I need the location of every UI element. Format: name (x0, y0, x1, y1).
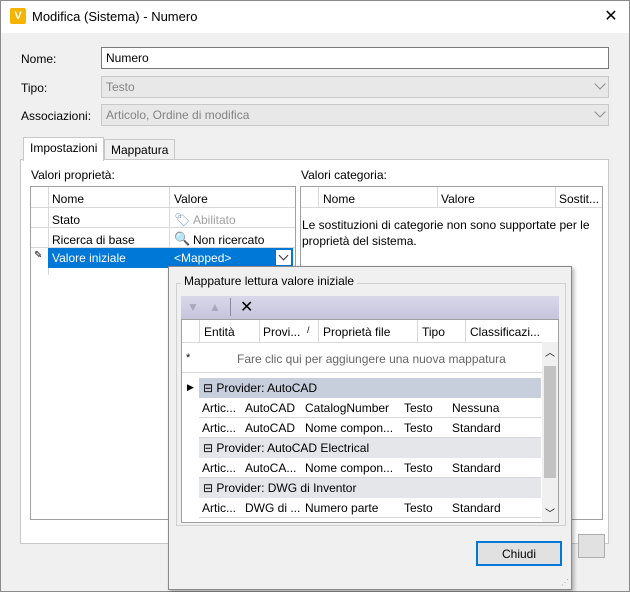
prop-row-name: Valore iniziale (52, 251, 126, 265)
window-title: Modifica (Sistema) - Numero (32, 9, 198, 24)
close-button[interactable]: Chiudi (476, 541, 562, 566)
row-entity: Artic... (202, 421, 237, 435)
row-classification: Nessuna (452, 401, 500, 415)
type-value: Testo (106, 80, 135, 94)
row-type: Testo (404, 421, 433, 435)
chevron-down-icon (278, 250, 289, 261)
props-title: Valori proprietà: (31, 168, 115, 182)
tag-icon: 🏷 (174, 212, 191, 227)
chevron-up-icon[interactable]: ︿ (545, 344, 555, 359)
scrollbar[interactable]: ︿ ﹀ (542, 342, 558, 522)
associations-select[interactable]: Articolo, Ordine di modifica (101, 104, 609, 126)
mapped-value-cell[interactable]: <Mapped> (169, 248, 293, 268)
provider-title: Provider: DWG di Inventor (216, 481, 357, 495)
provider-group-header[interactable]: ⊟ Provider: AutoCAD Electrical (199, 438, 541, 458)
sort-icon: / (307, 325, 310, 335)
mapping-grid: Entità Provi... / Proprietà file Tipo Cl… (181, 319, 559, 523)
move-up-icon[interactable]: ▲ (209, 300, 221, 314)
categories-message: Le sostituzioni di categorie non sono su… (302, 218, 590, 248)
associations-label: Associazioni: (21, 109, 92, 123)
provider-group-header[interactable]: ⊟ Provider: DWG di Inventor (199, 478, 541, 498)
prop-row-value[interactable]: Abilitato (193, 213, 236, 227)
selected-row[interactable]: Valore iniziale (48, 248, 169, 268)
chevron-down-icon[interactable]: ﹀ (545, 505, 555, 520)
pencil-icon: ✎ (34, 250, 43, 261)
app-icon: V (10, 8, 26, 24)
row-type: Testo (404, 401, 433, 415)
row-provider: AutoCA... (245, 461, 297, 475)
categories-header-name: Nome (323, 192, 356, 206)
row-file-property: Nome compon... (305, 461, 394, 475)
prop-row-value: <Mapped> (174, 251, 232, 265)
mapping-header-file-property[interactable]: Proprietà file (323, 325, 390, 339)
collapse-icon[interactable]: ⊟ (203, 381, 216, 395)
table-row[interactable]: Artic... AutoCAD Nome compon... Testo St… (199, 418, 541, 438)
table-row[interactable]: Artic... DWG di ... Numero parte Testo S… (199, 498, 541, 518)
mapping-toolbar: ▼ ▲ ✕ (181, 296, 559, 319)
new-row-icon: * (186, 352, 191, 364)
search-off-icon: 🔍 (174, 231, 191, 246)
row-classification: Standard (452, 461, 501, 475)
chevron-down-icon (594, 106, 606, 118)
row-entity: Artic... (202, 501, 237, 515)
row-entity: Artic... (202, 401, 237, 415)
table-row[interactable]: Artic... AutoCA... Nome compon... Testo … (199, 458, 541, 478)
scrollbar-thumb[interactable] (544, 366, 556, 478)
row-classification: Standard (452, 501, 501, 515)
categories-title: Valori categoria: (301, 168, 387, 182)
mapping-group-title: Mappature lettura valore iniziale (181, 274, 358, 288)
toolbar-separator (230, 298, 231, 316)
current-row-icon: ▶ (187, 382, 194, 392)
props-header-value: Valore (174, 192, 208, 206)
props-header-name: Nome (52, 192, 85, 206)
type-label: Tipo: (21, 81, 48, 95)
mapping-popup: Mappature lettura valore iniziale ▼ ▲ ✕ … (168, 266, 572, 590)
collapse-icon[interactable]: ⊟ (203, 441, 216, 455)
mapping-header-provider[interactable]: Provi... (263, 325, 300, 339)
row-classification: Standard (452, 421, 501, 435)
close-icon[interactable]: ✕ (601, 7, 621, 27)
name-field[interactable]: Numero (101, 47, 609, 69)
name-label: Nome: (21, 52, 57, 66)
type-select[interactable]: Testo (101, 76, 609, 98)
tab-impostazioni[interactable]: Impostazioni (23, 137, 105, 161)
table-row[interactable]: Artic... AutoCAD CatalogNumber Testo Nes… (199, 398, 541, 418)
collapse-icon[interactable]: ⊟ (203, 481, 216, 495)
provider-group-header[interactable]: ⊟ Provider: AutoCAD (199, 378, 541, 398)
categories-header-override: Sostit... (559, 192, 600, 206)
row-file-property: Nome compon... (305, 421, 394, 435)
mapping-header-type[interactable]: Tipo (422, 325, 445, 339)
associations-value: Articolo, Ordine di modifica (106, 108, 250, 122)
prop-row-name[interactable]: Ricerca di base (52, 233, 135, 247)
mapping-header-classification[interactable]: Classificazi... (470, 325, 540, 339)
row-provider: DWG di ... (245, 501, 301, 515)
title-bar: V Modifica (Sistema) - Numero ✕ (1, 1, 629, 33)
hidden-button[interactable] (578, 534, 605, 558)
resize-grip-icon[interactable]: ⋰ (561, 579, 569, 587)
move-down-icon[interactable]: ▼ (187, 300, 199, 314)
prop-row-value[interactable]: Non ricercato (193, 233, 264, 247)
categories-header-value: Valore (441, 192, 475, 206)
row-entity: Artic... (202, 461, 237, 475)
delete-icon[interactable]: ✕ (240, 297, 253, 317)
row-type: Testo (404, 501, 433, 515)
row-provider: AutoCAD (245, 421, 296, 435)
dropdown-button[interactable] (275, 249, 292, 266)
add-mapping-hint[interactable]: Fare clic qui per aggiungere una nuova m… (237, 352, 506, 366)
row-file-property: Numero parte (305, 501, 379, 515)
provider-title: Provider: AutoCAD (216, 381, 318, 395)
row-provider: AutoCAD (245, 401, 296, 415)
chevron-down-icon (594, 78, 606, 90)
provider-title: Provider: AutoCAD Electrical (216, 441, 370, 455)
tab-mappatura[interactable]: Mappatura (104, 139, 176, 161)
row-file-property: CatalogNumber (305, 401, 390, 415)
row-type: Testo (404, 461, 433, 475)
prop-row-name[interactable]: Stato (52, 213, 80, 227)
mapping-header-entity[interactable]: Entità (204, 325, 235, 339)
